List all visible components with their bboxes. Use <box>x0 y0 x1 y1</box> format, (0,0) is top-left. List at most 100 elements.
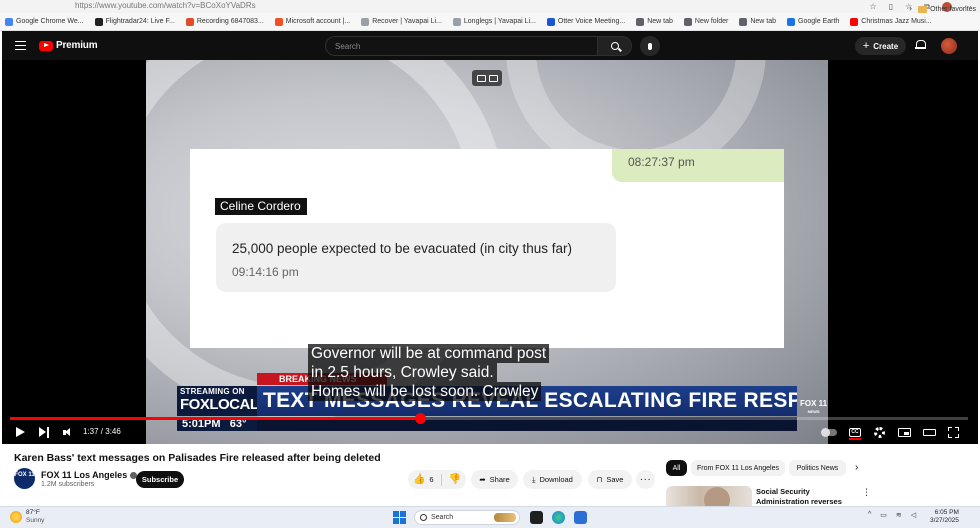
taskbar-search[interactable]: Search <box>414 510 520 525</box>
channel-avatar[interactable]: FOX 11 <box>14 468 35 489</box>
captions: Governor will be at command post in 2.5 … <box>308 344 550 401</box>
clock-date: 3/27/2025 <box>930 517 959 524</box>
player-overlay-buttons <box>472 70 502 86</box>
taskbar-clock[interactable]: 6:05 PM 3/27/2025 <box>930 509 959 525</box>
bookmark-item[interactable]: New folder <box>683 17 729 26</box>
split-screen-icon[interactable]: ▯ <box>889 2 893 11</box>
chevron-right-icon[interactable]: › <box>855 462 858 473</box>
bookmark-item[interactable]: Recover | Yavapai Li... <box>361 17 442 26</box>
bookmarks-overflow-icon[interactable]: › <box>909 3 912 13</box>
plus-icon: + <box>862 40 870 52</box>
youtube-logo[interactable]: Premium <box>39 40 98 51</box>
mic-icon <box>648 42 652 50</box>
tray-chevron-icon[interactable]: ^ <box>868 511 871 519</box>
dislike-thumb-icon[interactable]: 👎 <box>449 474 461 485</box>
weather-description[interactable]: Sunny <box>26 517 44 525</box>
bookmark-favicon-icon <box>739 17 748 26</box>
account-avatar[interactable] <box>941 38 957 54</box>
voice-search-button[interactable] <box>640 36 660 56</box>
other-favorites[interactable]: Other favorites <box>918 0 976 18</box>
share-label: Share <box>489 475 510 484</box>
bookmark-favicon-icon <box>185 17 194 26</box>
edge-browser-icon[interactable] <box>552 511 565 524</box>
weather-temperature[interactable]: 87°F <box>26 509 40 517</box>
bookmark-item[interactable]: Google Chrome We... <box>5 17 84 26</box>
like-count[interactable]: 6 <box>429 475 433 484</box>
like-thumb-icon[interactable]: 👍 <box>413 474 425 485</box>
wifi-icon[interactable]: ≋ <box>896 511 902 519</box>
channel-name[interactable]: FOX 11 Los Angeles <box>41 470 138 480</box>
search-highlight-icon <box>494 513 516 522</box>
progress-bar[interactable] <box>10 413 968 424</box>
fullscreen-icon[interactable] <box>948 427 959 438</box>
search-input[interactable] <box>326 37 598 55</box>
cast-icon[interactable] <box>488 74 498 82</box>
bookmark-item[interactable]: New tab <box>739 17 776 26</box>
recommendation-thumbnail[interactable] <box>666 486 752 506</box>
settings-gear-icon[interactable] <box>874 427 885 438</box>
subscriber-count: 1.2M subscribers <box>41 481 95 488</box>
bookmark-favicon-icon <box>787 17 796 26</box>
chip-all[interactable]: All <box>666 460 687 476</box>
windows-start-icon[interactable] <box>393 511 406 524</box>
recommendation-more-icon[interactable]: ⋮ <box>862 487 871 498</box>
caption-line: in 2.5 hours, Crowley said. <box>308 363 497 382</box>
youtube-play-logo-icon <box>39 40 53 51</box>
sent-message-bubble: 08:27:37 pm <box>612 149 784 182</box>
bookmark-item[interactable]: New tab <box>636 17 673 26</box>
url-text[interactable]: https://www.youtube.com/watch?v=BCoXoYVa… <box>75 1 256 10</box>
chip-from-channel[interactable]: From FOX 11 Los Angeles <box>691 460 785 476</box>
task-view-icon[interactable] <box>530 511 543 524</box>
youtube-header: Premium + Create <box>2 31 978 60</box>
play-icon[interactable] <box>16 427 25 437</box>
sun-weather-icon[interactable] <box>10 511 22 523</box>
app-icon[interactable] <box>574 511 587 524</box>
taskbar-search-label: Search <box>431 514 454 521</box>
bookmark-label: Christmas Jazz Musi... <box>861 18 932 25</box>
autoplay-toggle[interactable] <box>821 428 837 437</box>
subscribe-button[interactable]: Subscribe <box>136 471 184 488</box>
bookmark-item[interactable]: Flightradar24: Live F... <box>94 17 175 26</box>
divider <box>440 473 442 486</box>
recommendation-title[interactable]: Social Security Administration reverses … <box>756 487 860 506</box>
share-button[interactable]: ➦ Share <box>471 470 518 489</box>
address-bar[interactable]: https://www.youtube.com/watch?v=BCoXoYVa… <box>0 0 980 13</box>
system-tray: ^ ▭ ≋ ◁ <box>868 511 916 519</box>
tray-app-icon[interactable]: ▭ <box>880 511 887 519</box>
bookmark-label: Flightradar24: Live F... <box>105 18 175 25</box>
miniplayer-icon[interactable] <box>898 428 911 437</box>
folder-icon <box>918 5 928 13</box>
volume-icon[interactable] <box>63 428 73 437</box>
bookmark-item[interactable]: Christmas Jazz Musi... <box>850 17 932 26</box>
speaker-icon[interactable]: ◁ <box>911 511 916 519</box>
channel-name-text[interactable]: FOX 11 Los Angeles <box>41 470 127 480</box>
bookmark-label: Microsoft account |... <box>285 18 351 25</box>
download-button[interactable]: ⤓ Download <box>523 470 582 489</box>
chip-politics-news[interactable]: Politics News <box>789 460 846 476</box>
picture-in-picture-icon[interactable] <box>476 74 486 82</box>
search-button[interactable] <box>597 37 631 55</box>
video-player[interactable]: 08:27:37 pm Celine Cordero 25,000 people… <box>2 60 978 444</box>
create-button[interactable]: + Create <box>855 37 906 55</box>
received-message-bubble: 25,000 people expected to be evacuated (… <box>216 223 616 292</box>
bookmark-label: New folder <box>694 18 729 25</box>
bookmark-item[interactable]: Otter Voice Meeting... <box>546 17 625 26</box>
bookmark-item[interactable]: Longlegs | Yavapai Li... <box>452 17 536 26</box>
bookmark-item[interactable]: Microsoft account |... <box>274 17 351 26</box>
bookmark-favicon-icon <box>683 17 692 26</box>
captions-button[interactable]: CC <box>849 428 861 440</box>
next-icon[interactable] <box>39 427 50 438</box>
save-button[interactable]: ⊓ Save <box>588 470 632 489</box>
bookmark-item[interactable]: Google Earth <box>787 17 839 26</box>
bookmark-favicon-icon <box>5 17 13 26</box>
bookmark-label: Longlegs | Yavapai Li... <box>463 18 536 25</box>
bookmark-favicon-icon <box>452 17 461 26</box>
bookmark-item[interactable]: Recording 6847083... <box>185 17 264 26</box>
menu-icon[interactable] <box>15 41 26 51</box>
notifications-bell-icon[interactable] <box>915 40 926 50</box>
bookmark-favicon-icon <box>274 17 283 26</box>
more-actions-button[interactable]: ··· <box>636 470 655 489</box>
favorites-star-icon[interactable]: ☆ <box>870 2 877 11</box>
theater-mode-icon[interactable] <box>923 429 936 436</box>
bookmarks-bar: Google Chrome We... Flightradar24: Live F… <box>0 13 980 31</box>
